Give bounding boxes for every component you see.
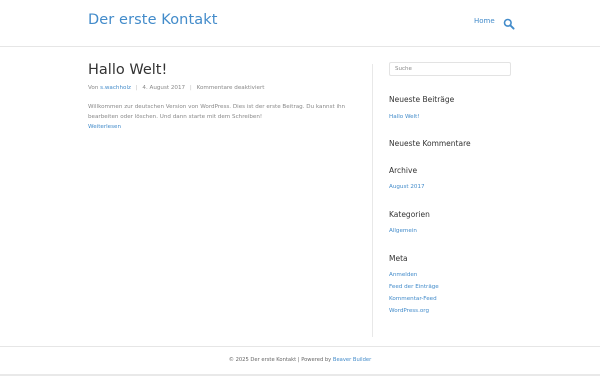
widget-title-recent-posts: Neueste Beiträge	[389, 95, 455, 104]
recent-post-link[interactable]: Hallo Welt!	[389, 114, 420, 120]
read-more-link[interactable]: Weiterlesen	[88, 124, 121, 130]
sidebar-divider	[372, 64, 373, 337]
meta-separator: |	[135, 85, 138, 91]
post-title-link[interactable]: Hallo Welt!	[88, 62, 167, 78]
post-date: 4. August 2017	[142, 85, 186, 91]
site-header: Der erste Kontakt Home	[0, 0, 600, 47]
sidebar-search-input[interactable]	[389, 62, 511, 76]
beaver-builder-link[interactable]: Beaver Builder	[333, 357, 371, 363]
footer-text: © 2025 Der erste Kontakt | Powered by Be…	[0, 357, 600, 363]
archive-link[interactable]: August 2017	[389, 184, 425, 190]
widget-title-archive: Archive	[389, 166, 418, 175]
meta-separator: |	[189, 85, 192, 91]
post-author-link[interactable]: s.wachholz	[100, 85, 131, 91]
widget-title-meta: Meta	[389, 254, 408, 263]
site-footer: © 2025 Der erste Kontakt | Powered by Be…	[0, 346, 600, 376]
post-excerpt: Willkommen zur deutschen Version von Wor…	[88, 104, 346, 120]
meta-link-entries-feed[interactable]: Feed der Einträge	[389, 284, 439, 290]
post-meta-by: Von	[88, 85, 99, 91]
search-icon[interactable]	[503, 15, 515, 30]
meta-link-login[interactable]: Anmelden	[389, 272, 417, 278]
category-link[interactable]: Allgemein	[389, 228, 417, 234]
widget-title-recent-comments: Neueste Kommentare	[389, 139, 471, 148]
post-meta: Von s.wachholz | 4. August 2017 | Kommen…	[88, 85, 264, 91]
meta-link-wordpress-org[interactable]: WordPress.org	[389, 308, 429, 314]
nav-home-link[interactable]: Home	[474, 17, 495, 25]
post-comments-status: Kommentare deaktiviert	[196, 85, 265, 91]
meta-link-comments-feed[interactable]: Kommentar-Feed	[389, 296, 437, 302]
footer-copyright: © 2025 Der erste Kontakt | Powered by	[228, 357, 332, 363]
site-title-link[interactable]: Der erste Kontakt	[88, 12, 218, 28]
widget-title-categories: Kategorien	[389, 210, 430, 219]
